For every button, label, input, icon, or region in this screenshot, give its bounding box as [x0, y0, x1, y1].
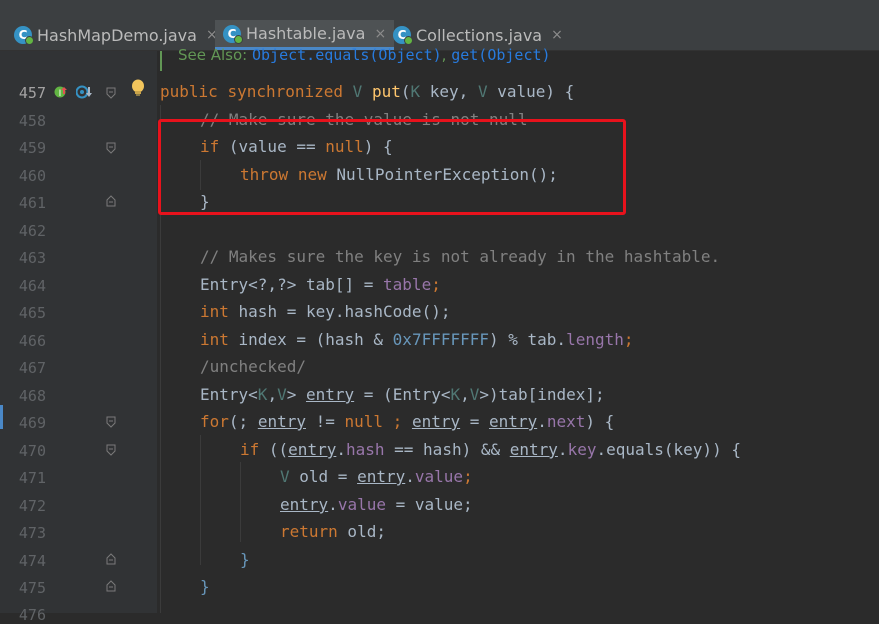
code-line-465[interactable]: int hash = key.hashCode(); — [200, 302, 450, 321]
line-number[interactable]: 476 — [0, 606, 46, 624]
line-number[interactable]: 458 — [0, 112, 46, 130]
close-icon[interactable]: × — [374, 26, 386, 42]
doc-prefix: See Also: — [178, 46, 252, 64]
line-number[interactable]: 474 — [0, 552, 46, 570]
indent-guide — [200, 435, 201, 565]
line-number[interactable]: 462 — [0, 222, 46, 240]
tab-label: HashMapDemo.java — [37, 25, 197, 45]
code-line-471[interactable]: V old = entry.value; — [280, 467, 473, 486]
indent-guide — [240, 462, 241, 542]
fold-end-icon[interactable] — [106, 580, 116, 592]
code-line-466[interactable]: int index = (hash & 0x7FFFFFFF) % tab.le… — [200, 330, 634, 349]
line-number[interactable]: 475 — [0, 579, 46, 597]
intention-bulb-icon[interactable] — [131, 79, 145, 97]
svg-text:I: I — [59, 89, 62, 99]
fold-icon[interactable] — [106, 444, 116, 456]
line-number[interactable]: 465 — [0, 304, 46, 322]
class-icon: C — [14, 26, 34, 45]
code-line-463[interactable]: // Makes sure the key is not already in … — [200, 247, 720, 266]
fold-icon[interactable] — [106, 416, 116, 428]
close-icon[interactable]: × — [551, 27, 563, 43]
line-number[interactable]: 466 — [0, 332, 46, 350]
line-number[interactable]: 472 — [0, 497, 46, 515]
doc-link-equals[interactable]: Object.equals(Object) — [252, 46, 442, 64]
implemented-method-icon[interactable] — [75, 84, 94, 99]
line-number[interactable]: 460 — [0, 167, 46, 185]
doc-comment-bar — [160, 51, 162, 71]
doc-link-get[interactable]: get(Object) — [451, 46, 550, 64]
line-number[interactable]: 468 — [0, 387, 46, 405]
line-number[interactable]: 467 — [0, 359, 46, 377]
code-line-475[interactable]: } — [200, 577, 210, 596]
line-number[interactable]: 463 — [0, 249, 46, 267]
doc-separator: , — [441, 46, 452, 64]
line-number[interactable]: 457 — [0, 84, 46, 102]
code-line-474[interactable]: } — [240, 550, 250, 569]
tab-label: Hashtable.java — [246, 24, 366, 43]
code-line-457[interactable]: public synchronized V put(K key, V value… — [160, 82, 574, 101]
line-number[interactable]: 459 — [0, 139, 46, 157]
line-number[interactable]: 470 — [0, 442, 46, 460]
code-line-473[interactable]: return old; — [280, 522, 386, 541]
editor-tab-bar: C HashMapDemo.java × C Hashtable.java × … — [0, 0, 879, 51]
line-number[interactable]: 471 — [0, 469, 46, 487]
class-icon: C — [223, 24, 243, 44]
code-line-470[interactable]: if ((entry.hash == hash) && entry.key.eq… — [240, 440, 741, 459]
javadoc-see-also: See Also: Object.equals(Object), get(Obj… — [178, 46, 551, 64]
highlight-annotation-box — [158, 119, 626, 215]
line-number[interactable]: 464 — [0, 277, 46, 295]
class-icon: C — [393, 26, 413, 45]
code-line-467[interactable]: /unchecked/ — [200, 357, 306, 376]
code-line-469[interactable]: for(; entry != null ; entry = entry.next… — [200, 412, 614, 431]
fold-end-icon[interactable] — [106, 553, 116, 565]
line-number[interactable]: 461 — [0, 194, 46, 212]
line-number[interactable]: 469 — [0, 414, 46, 432]
code-line-472[interactable]: entry.value = value; — [280, 495, 473, 514]
overrides-method-icon[interactable]: I — [54, 84, 68, 99]
code-line-464[interactable]: Entry<?,?> tab[] = table; — [200, 275, 441, 294]
fold-icon[interactable] — [106, 142, 116, 154]
fold-icon[interactable] — [106, 87, 116, 99]
fold-end-icon[interactable] — [106, 195, 116, 207]
line-number[interactable]: 473 — [0, 524, 46, 542]
tab-label: Collections.java — [416, 25, 543, 45]
code-line-468[interactable]: Entry<K,V> entry = (Entry<K,V>)tab[index… — [200, 385, 605, 404]
